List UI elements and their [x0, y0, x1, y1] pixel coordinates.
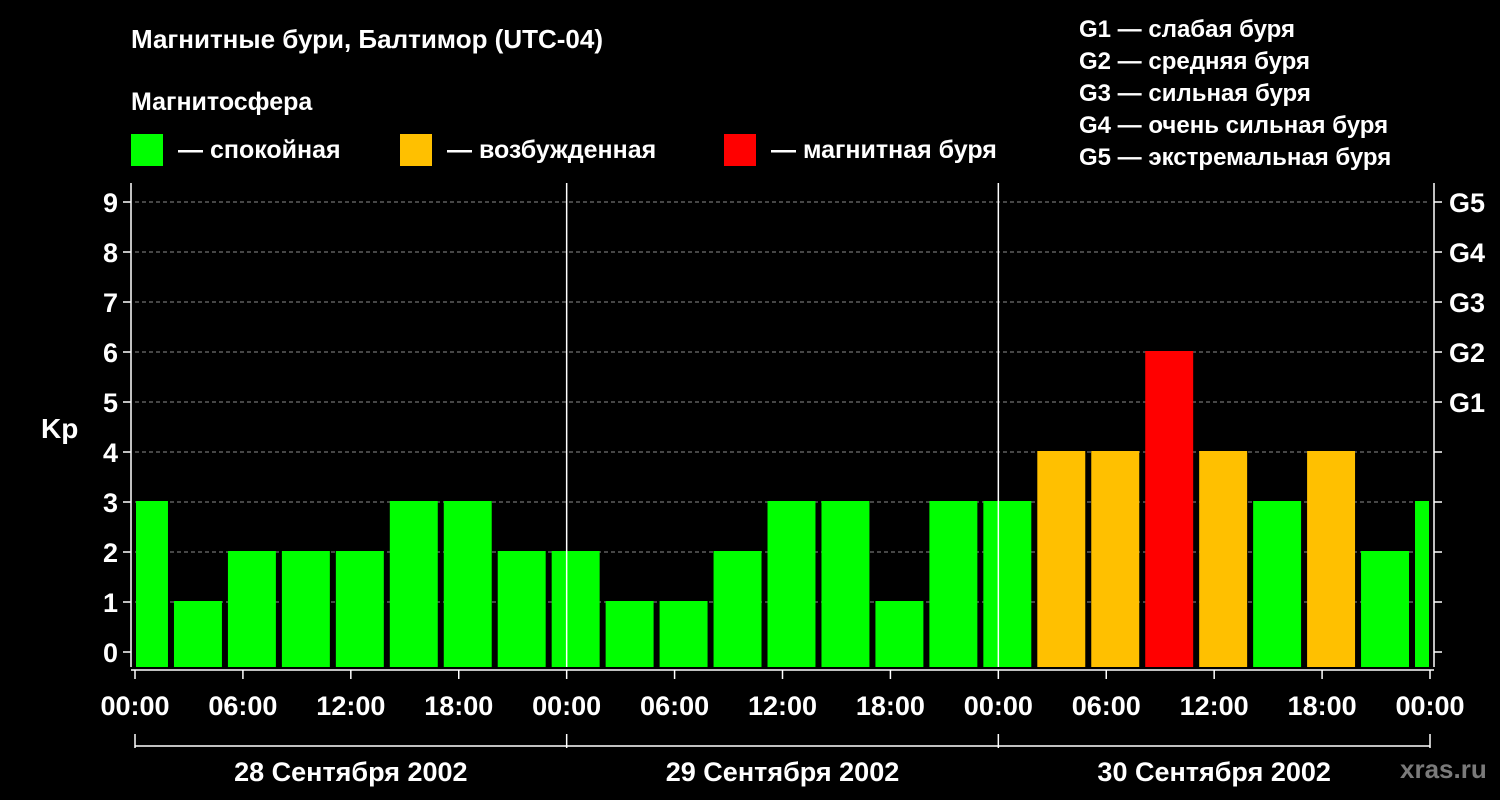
y-tick-label: 7: [103, 288, 118, 318]
x-tick-label: 18:00: [424, 691, 493, 721]
kp-bar: [821, 501, 870, 667]
g-scale-item: G5 — экстремальная буря: [1079, 144, 1391, 171]
kp-bar: [1307, 451, 1356, 667]
y-tick-label: 5: [103, 388, 118, 418]
g-scale-item: G2 — средняя буря: [1079, 48, 1310, 75]
y-axis-label: Kp: [41, 413, 78, 444]
g-tick-label: G2: [1449, 338, 1485, 368]
x-tick-label: 18:00: [1288, 691, 1357, 721]
day-label: 29 Сентября 2002: [666, 757, 899, 787]
x-tick-label: 12:00: [748, 691, 817, 721]
legend-label-disturbed: — возбужденная: [447, 136, 656, 164]
bars: [136, 351, 1429, 667]
legend-swatch-quiet: [131, 134, 163, 166]
g-scale-item: G3 — сильная буря: [1079, 80, 1311, 107]
kp-bar: [497, 551, 546, 667]
kp-bar: [551, 551, 600, 667]
kp-bar: [929, 501, 978, 667]
kp-bar: [713, 551, 762, 667]
g-tick-label: G3: [1449, 288, 1485, 318]
g-tick-labels: G1 G2 G3 G4 G5: [1449, 188, 1485, 418]
kp-bar: [173, 601, 222, 667]
x-tick-label: 00:00: [532, 691, 601, 721]
g-scale-item: G1 — слабая буря: [1079, 16, 1295, 43]
kp-bar: [136, 501, 168, 667]
kp-bar: [1199, 451, 1248, 667]
g-tick-label: G4: [1449, 238, 1485, 268]
kp-bar: [983, 501, 1032, 667]
kp-bar: [281, 551, 330, 667]
y-tick-label: 9: [103, 188, 118, 218]
legend-heading: Магнитосфера: [131, 88, 313, 116]
kp-chart: Магнитные бури, Балтимор (UTC-04) Магнит…: [41, 16, 1487, 787]
kp-bar: [875, 601, 924, 667]
kp-bar: [443, 501, 492, 667]
g-scale-list: G1 — слабая буря G2 — средняя буря G3 — …: [1079, 16, 1391, 171]
kp-bar: [1361, 551, 1410, 667]
legend-label-storm: — магнитная буря: [771, 136, 997, 164]
x-tick-label: 00:00: [1395, 691, 1464, 721]
x-tick-label: 06:00: [1072, 691, 1141, 721]
legend-swatch-disturbed: [400, 134, 432, 166]
kp-bar: [1037, 451, 1086, 667]
y-tick-label: 4: [103, 438, 118, 468]
g-tick-label: G5: [1449, 188, 1485, 218]
kp-bar: [659, 601, 708, 667]
kp-bar: [1253, 501, 1302, 667]
x-tick-label: 00:00: [964, 691, 1033, 721]
x-tick-label: 06:00: [640, 691, 709, 721]
kp-bar: [389, 501, 438, 667]
watermark: xras.ru: [1400, 754, 1487, 784]
y-tick-label: 0: [103, 638, 118, 668]
y-tick-label: 6: [103, 338, 118, 368]
kp-bar: [1091, 451, 1140, 667]
y-tick-label: 2: [103, 538, 118, 568]
legend-swatch-storm: [724, 134, 756, 166]
legend: — спокойная — возбужденная — магнитная б…: [131, 134, 997, 166]
day-labels: 28 Сентября 2002 29 Сентября 2002 30 Сентя…: [234, 757, 1331, 787]
y-tick-label: 1: [103, 588, 118, 618]
g-scale-item: G4 — очень сильная буря: [1079, 112, 1388, 139]
kp-bar: [1415, 501, 1429, 667]
chart-title: Магнитные бури, Балтимор (UTC-04): [131, 24, 603, 54]
x-tick-label: 12:00: [316, 691, 385, 721]
y-tick-label: 8: [103, 238, 118, 268]
y-tick-label: 3: [103, 488, 118, 518]
kp-bar: [605, 601, 654, 667]
legend-label-quiet: — спокойная: [178, 136, 341, 164]
x-tick-labels: 00:00 06:00 12:00 18:00 00:00 06:00 12:00 18:00…: [100, 691, 1464, 721]
kp-bar: [767, 501, 816, 667]
kp-bar: [335, 551, 384, 667]
x-tick-label: 18:00: [856, 691, 925, 721]
day-label: 28 Сентября 2002: [234, 757, 467, 787]
x-tick-label: 06:00: [208, 691, 277, 721]
kp-bar: [1145, 351, 1194, 667]
x-tick-label: 12:00: [1180, 691, 1249, 721]
day-label: 30 Сентября 2002: [1097, 757, 1330, 787]
y-tick-labels: 0 1 2 3 4 5 6 7 8 9: [103, 188, 118, 668]
kp-bar: [227, 551, 276, 667]
g-tick-label: G1: [1449, 388, 1485, 418]
x-tick-label: 00:00: [100, 691, 169, 721]
